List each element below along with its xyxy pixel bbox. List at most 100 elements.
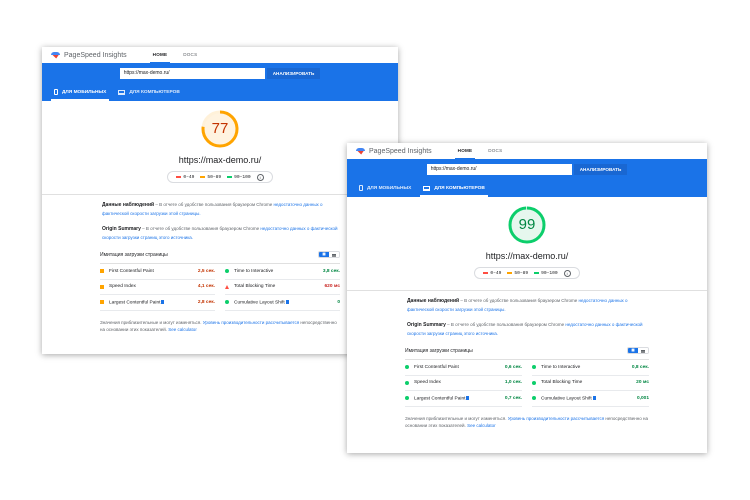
phone-icon	[359, 185, 363, 191]
metric-name: Cumulative Layout Shift	[234, 299, 337, 305]
average-square-icon	[100, 284, 104, 289]
score-gauge: 77	[200, 109, 240, 149]
field-data-section: Данные наблюдений – В отчете об удобстве…	[407, 298, 628, 312]
origin-summary-title: Origin Summary	[407, 322, 446, 328]
metric-value: 0,8 сек.	[631, 364, 649, 370]
pagespeed-logo-icon	[356, 147, 365, 155]
origin-summary-section: Origin Summary – В отчете об удобстве по…	[407, 322, 643, 336]
view-toggle[interactable]: ▦	[627, 347, 649, 354]
metric-value: 0,7 сек.	[504, 395, 522, 401]
pass-dot-icon	[532, 365, 536, 370]
info-icon[interactable]: i	[563, 269, 571, 277]
device-tabs: ДЛЯ МОБИЛЬНЫХ ДЛЯ КОМПЬЮТЕРОВ	[347, 179, 707, 197]
pass-dot-icon	[405, 396, 409, 401]
metric-row: First Contentful Paint 2,5 сек.	[100, 264, 215, 280]
legend-average: 50–89	[507, 271, 528, 276]
nav-docs[interactable]: DOCS	[175, 47, 205, 63]
bookmark-icon	[466, 395, 470, 400]
url-input[interactable]	[119, 67, 265, 79]
pass-dot-icon	[405, 380, 409, 385]
view-toggle[interactable]: ▦	[318, 251, 340, 258]
metric-row: Cumulative Layout Shift 0	[225, 295, 340, 311]
url-input[interactable]	[426, 163, 572, 175]
brand-title: PageSpeed Insights	[369, 147, 432, 155]
grid-view-icon: ▦	[319, 252, 329, 257]
tab-mobile-label: ДЛЯ МОБИЛЬНЫХ	[62, 89, 107, 95]
see-calculator-link[interactable]: See calculator	[467, 423, 496, 428]
metric-row: Total Blocking Time 20 мс	[532, 376, 649, 391]
metric-name: Time to Interactive	[234, 268, 274, 274]
metric-row: Largest Contentful Paint 2,8 сек.	[100, 295, 215, 311]
info-icon[interactable]: i	[256, 173, 264, 181]
average-square-icon	[100, 269, 104, 274]
lab-data-title: Имитация загрузки страницы	[100, 251, 168, 258]
divider	[347, 290, 707, 291]
field-data-section: Данные наблюдений – В отчете об удобстве…	[102, 202, 323, 216]
bookmark-icon	[161, 299, 165, 304]
metric-value: 20 мс	[636, 380, 649, 386]
top-nav: PageSpeed Insights HOME DOCS	[347, 143, 707, 159]
tab-mobile[interactable]: ДЛЯ МОБИЛЬНЫХ	[353, 179, 417, 197]
fail-triangle-icon	[225, 284, 229, 289]
url-bar: АНАЛИЗИРОВАТЬ	[42, 63, 398, 83]
list-view-icon	[329, 252, 339, 257]
see-calculator-link[interactable]: See calculator	[168, 327, 197, 332]
metric-row: Time to Interactive 0,8 сек.	[532, 360, 649, 376]
legend-fail: 0–49	[176, 175, 194, 180]
metric-value: 620 мс	[324, 284, 341, 290]
field-data-title: Данные наблюдений	[102, 202, 155, 208]
metric-row: Largest Contentful Paint 0,7 сек.	[405, 391, 522, 407]
tab-desktop[interactable]: ДЛЯ КОМПЬЮТЕРОВ	[417, 179, 490, 197]
metric-value: 1,0 сек.	[504, 380, 522, 386]
lab-data-header: Имитация загрузки страницы ▦	[347, 347, 707, 354]
report-content: 77 https://max-demo.ru/ 0–49 50–89 90–10…	[42, 109, 398, 334]
metric-name: Total Blocking Time	[541, 380, 583, 386]
analyze-button[interactable]: АНАЛИЗИРОВАТЬ	[573, 163, 628, 175]
score-value: 77	[211, 120, 229, 137]
list-view-icon	[638, 348, 648, 353]
metric-value: 2,8 сек.	[197, 299, 215, 305]
nav-home[interactable]: HOME	[145, 47, 176, 63]
grid-view-icon: ▦	[628, 348, 638, 353]
pagespeed-logo-icon	[51, 51, 60, 59]
pass-dot-icon	[532, 396, 536, 401]
metric-row: Cumulative Layout Shift 0,001	[532, 391, 649, 407]
perf-calc-link[interactable]: Уровень производительности рассчитываетс…	[203, 320, 299, 325]
footnote: Значения приблизительные и могут изменят…	[405, 415, 648, 429]
analyzed-url: https://max-demo.ru/	[485, 251, 569, 261]
desktop-report-window: PageSpeed Insights HOME DOCS АНАЛИЗИРОВА…	[347, 143, 707, 453]
metric-name: Total Blocking Time	[234, 284, 276, 290]
mobile-report-window: PageSpeed Insights HOME DOCS АНАЛИЗИРОВА…	[42, 47, 398, 354]
lab-data-header: Имитация загрузки страницы ▦	[42, 251, 398, 258]
metrics-grid: First Contentful Paint 2,5 сек. Time to In…	[100, 263, 340, 311]
tab-desktop-label: ДЛЯ КОМПЬЮТЕРОВ	[129, 89, 180, 95]
bookmark-icon	[592, 395, 596, 400]
metric-name: Speed Index	[414, 380, 441, 386]
metric-row: First Contentful Paint 0,6 сек.	[405, 360, 522, 376]
legend-fail: 0–49	[483, 271, 501, 276]
metric-name: Speed Index	[109, 284, 136, 290]
score-gauge: 99	[507, 205, 547, 245]
average-square-icon	[100, 300, 104, 305]
metric-value: 4,1 сек.	[197, 284, 215, 290]
metrics-grid: First Contentful Paint 0,6 сек. Time to In…	[405, 359, 649, 407]
metric-name: First Contentful Paint	[414, 364, 459, 370]
divider	[42, 194, 398, 195]
analyze-button[interactable]: АНАЛИЗИРОВАТЬ	[266, 67, 321, 79]
metric-row: Speed Index 1,0 сек.	[405, 376, 522, 391]
metric-row: Total Blocking Time 620 мс	[225, 280, 341, 295]
tab-desktop[interactable]: ДЛЯ КОМПЬЮТЕРОВ	[112, 83, 185, 101]
laptop-icon	[423, 185, 431, 191]
nav-home[interactable]: HOME	[450, 143, 481, 159]
laptop-icon	[118, 89, 126, 95]
tab-mobile[interactable]: ДЛЯ МОБИЛЬНЫХ	[48, 83, 112, 101]
metric-value: 0,6 сек.	[504, 364, 522, 370]
perf-calc-link[interactable]: Уровень производительности рассчитываетс…	[508, 416, 604, 421]
metric-row: Speed Index 4,1 сек.	[100, 280, 215, 295]
device-tabs: ДЛЯ МОБИЛЬНЫХ ДЛЯ КОМПЬЮТЕРОВ	[42, 83, 398, 101]
nav-docs[interactable]: DOCS	[480, 143, 510, 159]
lab-data-title: Имитация загрузки страницы	[405, 347, 473, 354]
phone-icon	[54, 89, 58, 95]
report-content: 99 https://max-demo.ru/ 0–49 50–89 90–10…	[347, 205, 707, 430]
metric-row: Time to Interactive 3,8 сек.	[225, 264, 340, 280]
